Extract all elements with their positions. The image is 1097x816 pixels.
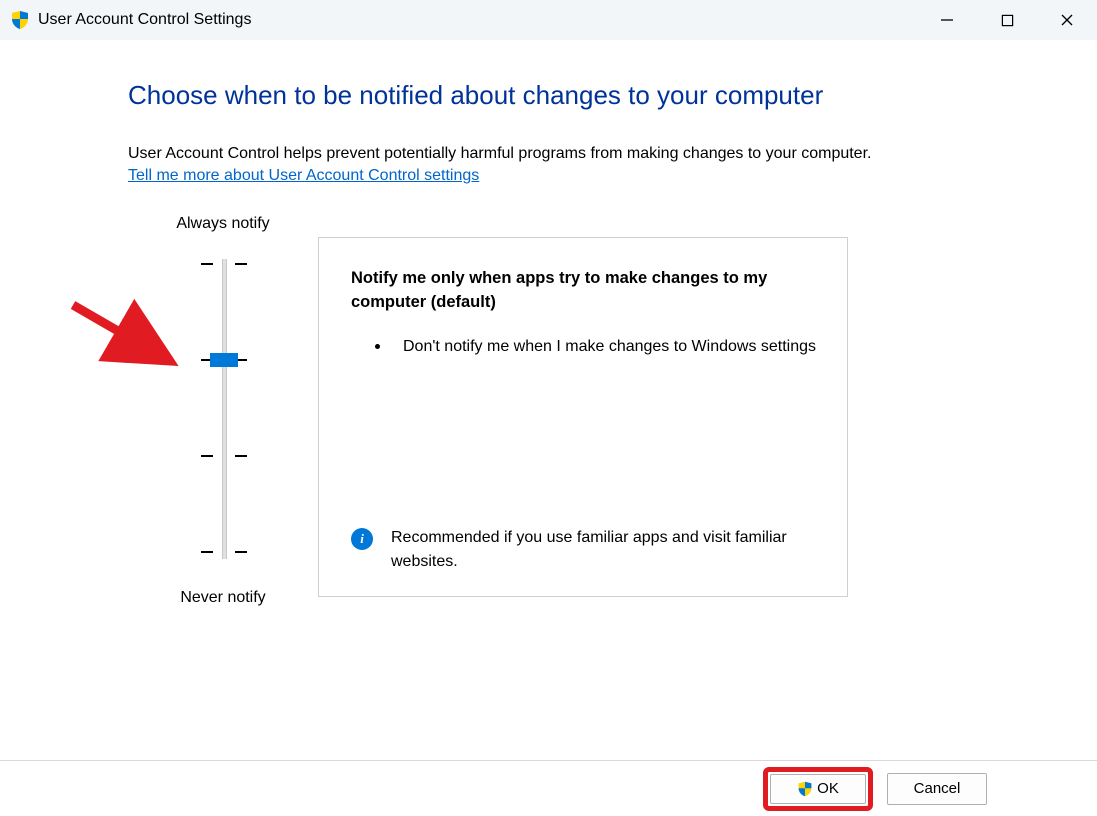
info-bullet: Don't notify me when I make changes to W… bbox=[375, 335, 817, 359]
ok-button-highlight: OK bbox=[763, 767, 873, 811]
ok-button[interactable]: OK bbox=[770, 774, 866, 804]
cancel-button[interactable]: Cancel bbox=[887, 773, 987, 805]
minimize-button[interactable] bbox=[917, 0, 977, 40]
content-area: Choose when to be notified about changes… bbox=[0, 40, 1097, 627]
page-heading: Choose when to be notified about changes… bbox=[128, 80, 977, 111]
info-panel-title: Notify me only when apps try to make cha… bbox=[351, 266, 817, 316]
info-panel: Notify me only when apps try to make cha… bbox=[318, 237, 848, 597]
close-button[interactable] bbox=[1037, 0, 1097, 40]
window-title: User Account Control Settings bbox=[38, 11, 251, 29]
slider-thumb[interactable] bbox=[210, 353, 238, 367]
slider-column: Always notify Never notify bbox=[128, 215, 318, 607]
titlebar: User Account Control Settings bbox=[0, 0, 1097, 40]
learn-more-link[interactable]: Tell me more about User Account Control … bbox=[128, 167, 479, 184]
intro-text: User Account Control helps prevent poten… bbox=[128, 141, 977, 167]
recommendation-text: Recommended if you use familiar apps and… bbox=[391, 526, 817, 574]
ok-button-label: OK bbox=[817, 780, 839, 797]
notification-slider[interactable] bbox=[173, 249, 273, 569]
red-arrow-annotation bbox=[63, 285, 183, 405]
maximize-button[interactable] bbox=[977, 0, 1037, 40]
shield-icon bbox=[797, 781, 813, 797]
slider-label-bottom: Never notify bbox=[128, 569, 318, 607]
cancel-button-label: Cancel bbox=[914, 780, 961, 797]
footer: OK Cancel bbox=[0, 760, 1097, 816]
info-icon: i bbox=[351, 528, 373, 550]
shield-icon bbox=[10, 10, 30, 30]
slider-label-top: Always notify bbox=[128, 215, 318, 249]
